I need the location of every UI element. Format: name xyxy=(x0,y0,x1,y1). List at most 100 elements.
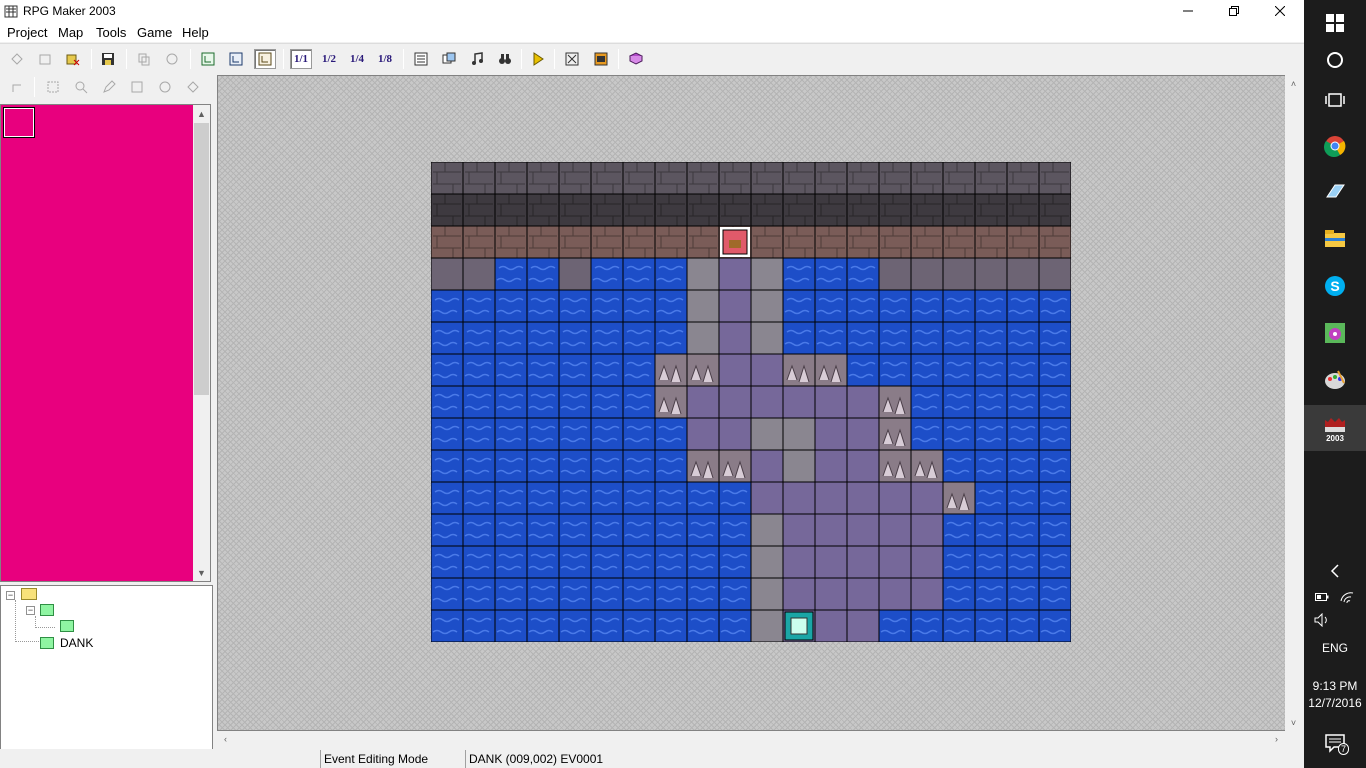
map-tile[interactable] xyxy=(527,194,559,226)
map-tile[interactable] xyxy=(975,482,1007,514)
map-vertical-scrollbar[interactable]: ˄ ˅ xyxy=(1285,75,1302,731)
map-tile[interactable] xyxy=(1039,418,1071,450)
map-tile[interactable] xyxy=(559,354,591,386)
map-tile[interactable] xyxy=(527,610,559,642)
map-tile[interactable] xyxy=(1007,578,1039,610)
map-tile[interactable] xyxy=(751,546,783,578)
map-tile[interactable] xyxy=(751,514,783,546)
map-tile[interactable] xyxy=(1039,226,1071,258)
map-tile[interactable] xyxy=(591,354,623,386)
tree-map-item[interactable] xyxy=(40,604,54,616)
map-tile[interactable] xyxy=(591,418,623,450)
map-tile[interactable] xyxy=(591,290,623,322)
map-tile[interactable] xyxy=(783,418,815,450)
map-tile[interactable] xyxy=(431,290,463,322)
map-tile[interactable] xyxy=(975,386,1007,418)
map-tile[interactable] xyxy=(719,418,751,450)
map-tile[interactable] xyxy=(463,514,495,546)
map-tile[interactable] xyxy=(623,290,655,322)
map-tile[interactable] xyxy=(655,226,687,258)
map-tile[interactable] xyxy=(495,514,527,546)
map-tile[interactable] xyxy=(847,354,879,386)
map-tile[interactable] xyxy=(495,546,527,578)
map-tile[interactable] xyxy=(847,290,879,322)
map-tile[interactable] xyxy=(719,194,751,226)
map-tile[interactable] xyxy=(431,354,463,386)
taskbar-rpg-maker[interactable]: 2003 xyxy=(1304,405,1366,451)
map-tile[interactable] xyxy=(559,226,591,258)
map-tile[interactable] xyxy=(623,194,655,226)
map-tile[interactable] xyxy=(879,514,911,546)
map-tile[interactable] xyxy=(527,354,559,386)
map-tile[interactable] xyxy=(559,514,591,546)
map-tile[interactable] xyxy=(719,258,751,290)
tree-root-folder[interactable] xyxy=(21,588,37,600)
map-tile[interactable] xyxy=(943,258,975,290)
map-tile[interactable] xyxy=(751,322,783,354)
map-tile[interactable] xyxy=(847,450,879,482)
map-tile[interactable] xyxy=(847,578,879,610)
fill-tool-button[interactable] xyxy=(182,77,204,97)
map-tile[interactable] xyxy=(431,226,463,258)
map-tile[interactable] xyxy=(559,578,591,610)
map-tile[interactable] xyxy=(879,194,911,226)
map-tile[interactable] xyxy=(559,386,591,418)
playtest-button[interactable] xyxy=(527,49,549,69)
map-tile[interactable] xyxy=(559,546,591,578)
map-horizontal-scrollbar[interactable]: ‹ › xyxy=(217,731,1285,746)
search-events-button[interactable] xyxy=(494,49,516,69)
map-tile[interactable] xyxy=(1007,418,1039,450)
map-tile[interactable] xyxy=(751,162,783,194)
map-viewport[interactable] xyxy=(217,75,1302,731)
map-tile[interactable] xyxy=(719,610,751,642)
map-tile[interactable] xyxy=(559,258,591,290)
map-tile[interactable] xyxy=(527,162,559,194)
map-tile[interactable] xyxy=(879,162,911,194)
map-tile[interactable] xyxy=(943,194,975,226)
map-tile[interactable] xyxy=(911,322,943,354)
zoom-tool-button[interactable] xyxy=(70,77,92,97)
new-project-button[interactable] xyxy=(6,49,28,69)
start-position-marker[interactable] xyxy=(784,611,814,641)
map-tile[interactable] xyxy=(463,418,495,450)
map-tile[interactable] xyxy=(495,578,527,610)
map-tile[interactable] xyxy=(495,226,527,258)
map-tile[interactable] xyxy=(623,226,655,258)
map-tile[interactable] xyxy=(783,258,815,290)
map-tile[interactable] xyxy=(463,450,495,482)
map-tile[interactable] xyxy=(559,482,591,514)
map-tile[interactable] xyxy=(911,162,943,194)
map-tile[interactable] xyxy=(431,194,463,226)
map-tile[interactable] xyxy=(847,322,879,354)
map-tile[interactable] xyxy=(1039,322,1071,354)
task-view-button[interactable] xyxy=(1304,77,1366,123)
map-tile[interactable] xyxy=(751,578,783,610)
map-tile[interactable] xyxy=(687,418,719,450)
map-tile[interactable] xyxy=(943,514,975,546)
map-tile[interactable] xyxy=(975,578,1007,610)
map-tile[interactable] xyxy=(623,482,655,514)
language-indicator[interactable]: ENG xyxy=(1304,641,1366,655)
map-tile[interactable] xyxy=(591,258,623,290)
map-tile[interactable] xyxy=(559,418,591,450)
map-tile[interactable] xyxy=(527,514,559,546)
restore-button[interactable] xyxy=(1211,0,1257,22)
map-tile[interactable] xyxy=(655,322,687,354)
volume-button[interactable] xyxy=(1304,607,1366,633)
tree-expander[interactable]: − xyxy=(6,591,15,600)
map-tile[interactable] xyxy=(847,610,879,642)
scroll-left-arrow[interactable]: ‹ xyxy=(217,730,234,747)
action-center-button[interactable]: 7 xyxy=(1304,720,1366,766)
close-button[interactable] xyxy=(1257,0,1303,22)
map-tile[interactable] xyxy=(943,450,975,482)
map-tile[interactable] xyxy=(591,162,623,194)
map-tile[interactable] xyxy=(527,386,559,418)
map-tile[interactable] xyxy=(847,546,879,578)
map-tile[interactable] xyxy=(879,578,911,610)
map-tile[interactable] xyxy=(975,162,1007,194)
map-tile[interactable] xyxy=(911,578,943,610)
map-tile[interactable] xyxy=(687,290,719,322)
map-tile[interactable] xyxy=(975,258,1007,290)
map-tile[interactable] xyxy=(623,450,655,482)
map-tile[interactable] xyxy=(463,322,495,354)
